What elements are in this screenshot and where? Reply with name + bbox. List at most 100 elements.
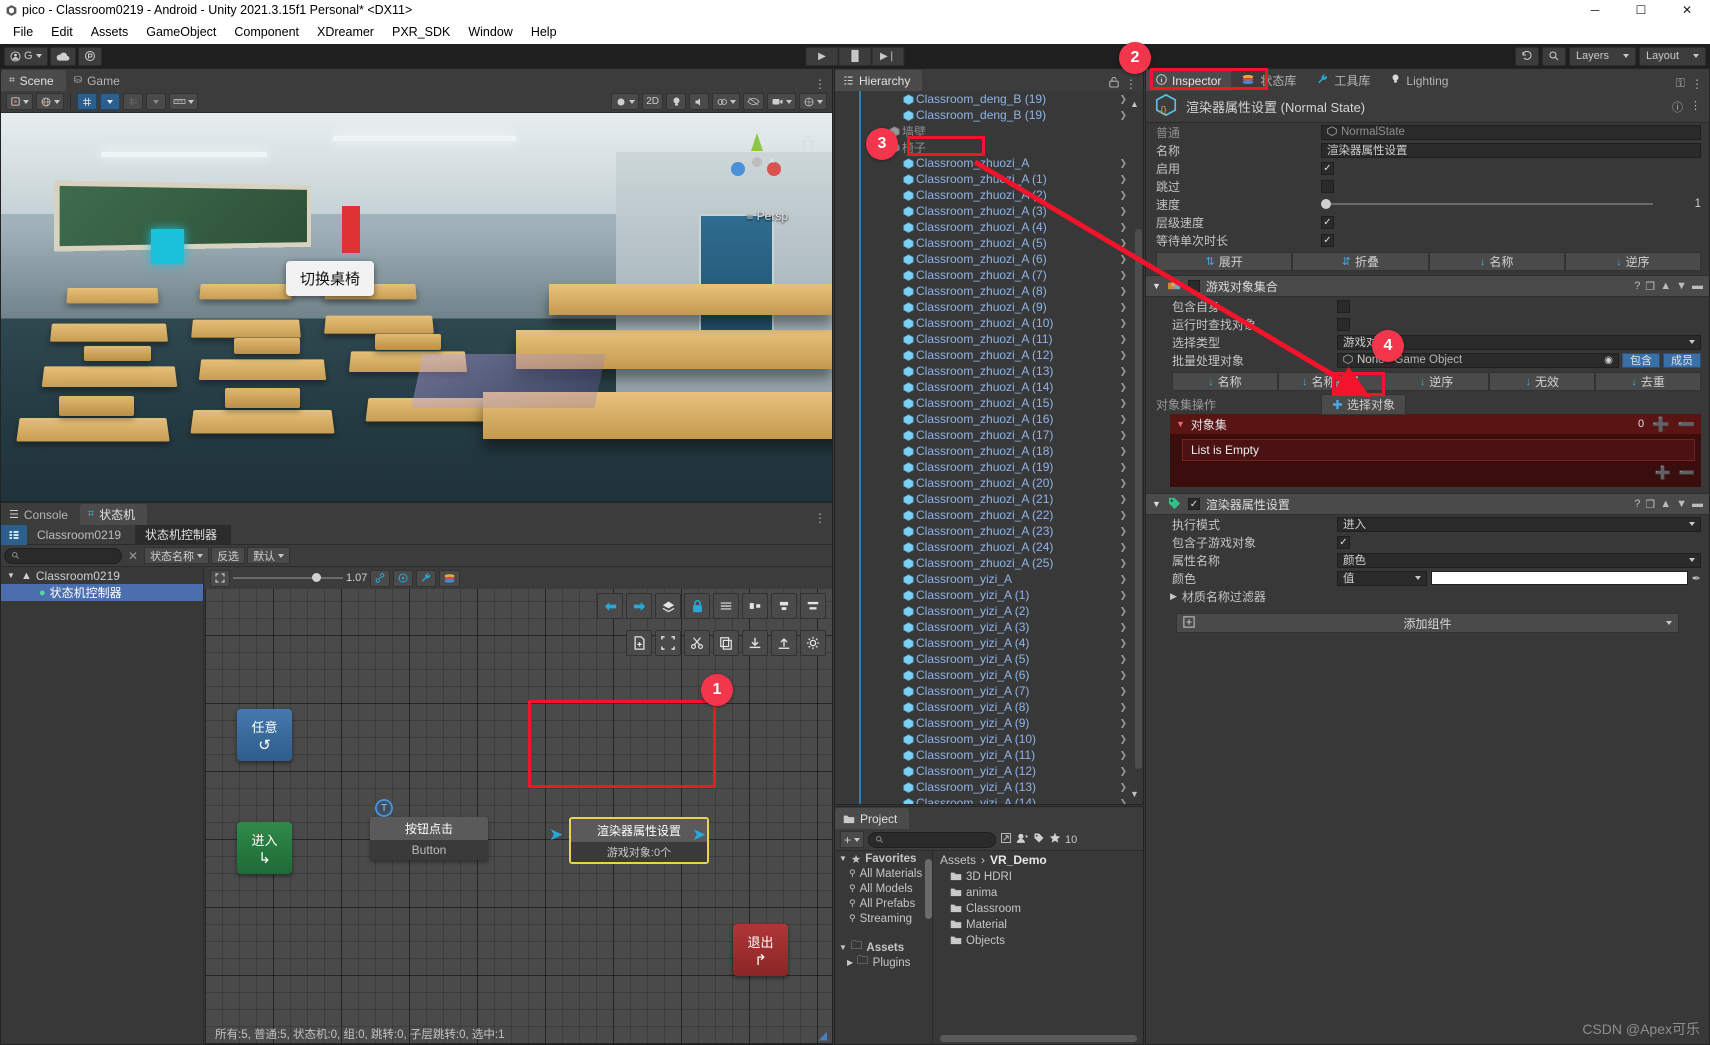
- back-arrow-icon[interactable]: [597, 593, 623, 619]
- align-h-icon[interactable]: [742, 593, 768, 619]
- chevron-right-icon[interactable]: ❯: [1119, 270, 1127, 281]
- filter-invert[interactable]: 反选: [211, 547, 246, 564]
- lock-icon[interactable]: [684, 593, 710, 619]
- include-children-field[interactable]: 包含子游戏对象 ✓: [1146, 533, 1709, 551]
- step-button[interactable]: ▶❘: [871, 46, 905, 66]
- transition-node[interactable]: 按钮点击 Button: [370, 817, 488, 860]
- hierarchy-row[interactable]: Classroom_yizi_A (5) ❯: [835, 651, 1143, 667]
- project-folder-row[interactable]: Classroom: [934, 901, 1143, 917]
- render-property-state-node[interactable]: 渲染器属性设置 游戏对象:0个: [569, 817, 709, 864]
- hierarchy-row[interactable]: Classroom_zhuozi_A (2) ❯: [835, 187, 1143, 203]
- hierarchy-row[interactable]: Classroom_zhuozi_A (5) ❯: [835, 235, 1143, 251]
- hierarchy-row[interactable]: Classroom_zhuozi_A (15) ❯: [835, 395, 1143, 411]
- chevron-right-icon[interactable]: ❯: [1119, 622, 1127, 633]
- resize-grip[interactable]: ◢: [819, 1029, 827, 1042]
- objset-sort-button-4[interactable]: ↓ 去重: [1595, 372, 1701, 391]
- hierarchy-row[interactable]: Classroom_deng_B (19) ❯: [835, 91, 1143, 107]
- state-machine-graph[interactable]: 1.07 任意 ↺ 进入 ↳ 退出 ↱ T 按钮点击 Button ➤ 渲染器属…: [205, 567, 832, 1044]
- copy-icon[interactable]: ❐: [1645, 498, 1655, 511]
- objset-header[interactable]: ▼ 对象集 0 ➕ ➖: [1170, 414, 1701, 434]
- kebab-icon[interactable]: ⋮: [1691, 77, 1703, 91]
- object-field[interactable]: NormalState: [1321, 124, 1701, 140]
- select-type-field[interactable]: 选择类型 游戏对象: [1146, 333, 1709, 351]
- hierarchy-row[interactable]: Classroom_zhuozi_A (12) ❯: [835, 347, 1143, 363]
- hierarchy-row[interactable]: Classroom_zhuozi_A (3) ❯: [835, 203, 1143, 219]
- any-state-node[interactable]: 任意 ↺: [237, 709, 292, 761]
- play-button[interactable]: ▶: [805, 46, 839, 66]
- tab-game[interactable]: ⛁ Game: [65, 70, 132, 91]
- move-down-icon[interactable]: ▼: [1676, 498, 1687, 511]
- chevron-right-icon[interactable]: ❯: [1119, 558, 1127, 569]
- target-icon[interactable]: [393, 569, 414, 587]
- hierarchy-row[interactable]: Classroom_zhuozi_A (8) ❯: [835, 283, 1143, 299]
- hierarchy-row[interactable]: Classroom_yizi_A (12) ❯: [835, 763, 1143, 779]
- forward-arrow-icon[interactable]: [626, 593, 652, 619]
- zoom-slider[interactable]: [233, 572, 343, 584]
- breadcrumb-scene[interactable]: Classroom0219: [27, 525, 135, 545]
- scene-view-gizmo[interactable]: x: [724, 129, 790, 195]
- chevron-right-icon[interactable]: ❯: [1119, 398, 1127, 409]
- hierarchy-row[interactable]: Classroom_zhuozi_A (18) ❯: [835, 443, 1143, 459]
- star-icon[interactable]: [1049, 832, 1061, 847]
- runtime-find-field[interactable]: 运行时查找对象: [1146, 315, 1709, 333]
- menu-item-help[interactable]: Help: [522, 23, 566, 41]
- favorites-item[interactable]: ⚲ All Prefabs: [835, 896, 932, 911]
- gear-icon[interactable]: [800, 630, 826, 656]
- cut-icon[interactable]: [684, 630, 710, 656]
- copy-icon[interactable]: ❐: [1645, 280, 1655, 293]
- hierarchy-row[interactable]: Classroom_yizi_A (8) ❯: [835, 699, 1143, 715]
- entry-state-node[interactable]: 进入 ↳: [237, 822, 292, 874]
- foldout-triangle-icon[interactable]: ▼: [1152, 281, 1161, 291]
- checkbox[interactable]: [1337, 299, 1350, 313]
- hierarchy-row[interactable]: Classroom_yizi_A (14) ❯: [835, 795, 1143, 804]
- hierarchy-row[interactable]: Classroom_zhuozi_A (17) ❯: [835, 427, 1143, 443]
- add-item-icon[interactable]: ➕: [1652, 416, 1669, 433]
- hierarchy-row[interactable]: Classroom_zhuozi_A (20) ❯: [835, 475, 1143, 491]
- objset-sort-button-0[interactable]: ↓ 名称: [1172, 372, 1278, 391]
- material-filter-foldout[interactable]: ▶ 材质名称过滤器: [1146, 587, 1709, 605]
- foldout-triangle-icon[interactable]: ▼: [7, 571, 17, 580]
- skip-field[interactable]: 跳过: [1146, 177, 1709, 195]
- toggle-2d[interactable]: 2D: [642, 93, 663, 110]
- object-picker-icon[interactable]: ◉: [1604, 355, 1613, 366]
- account-button[interactable]: G: [4, 46, 48, 66]
- chevron-right-icon[interactable]: ❯: [1119, 670, 1127, 681]
- batch-member-button[interactable]: 成员: [1663, 352, 1701, 368]
- component-header-renderprops[interactable]: ▼ ✓ 渲染器属性设置 ? ❐ ▲ ▼ ▬: [1146, 493, 1709, 515]
- library-icon[interactable]: [439, 569, 461, 587]
- tag-icon[interactable]: [1033, 832, 1045, 847]
- menu-item-assets[interactable]: Assets: [82, 23, 138, 41]
- hierarchy-row[interactable]: Classroom_yizi_A (13) ❯: [835, 779, 1143, 795]
- lock-icon[interactable]: [802, 135, 814, 152]
- chevron-right-icon[interactable]: ❯: [1119, 510, 1127, 521]
- tab-project[interactable]: Project: [835, 808, 910, 829]
- chevron-right-icon[interactable]: ❯: [1119, 654, 1127, 665]
- move-down-icon[interactable]: ▼: [1676, 280, 1687, 293]
- globe-icon[interactable]: [36, 93, 64, 110]
- wait-once-duration-field[interactable]: 等待单次时长 ✓: [1146, 231, 1709, 249]
- hierarchy-row[interactable]: Classroom_zhuozi_A (14) ❯: [835, 379, 1143, 395]
- breadcrumb-assets[interactable]: Assets: [940, 853, 976, 867]
- checkbox[interactable]: ✓: [1337, 535, 1350, 549]
- tab-console[interactable]: ☰ Console: [1, 504, 80, 525]
- chevron-right-icon[interactable]: ❯: [1119, 222, 1127, 233]
- chevron-right-icon[interactable]: ❯: [1119, 798, 1127, 805]
- favorites-item[interactable]: ⚲ All Models: [835, 881, 932, 896]
- gizmo-icon[interactable]: [799, 93, 827, 110]
- download-icon[interactable]: [742, 630, 768, 656]
- fit-view-icon[interactable]: [210, 569, 230, 587]
- filter-state-name[interactable]: 状态名称: [144, 547, 210, 564]
- eye-off-icon[interactable]: [743, 93, 764, 110]
- tab--[interactable]: 状态库: [1231, 70, 1306, 91]
- chevron-right-icon[interactable]: ❯: [1119, 590, 1127, 601]
- pause-button[interactable]: ▐▌: [838, 46, 872, 66]
- checkbox[interactable]: ✓: [1321, 233, 1334, 247]
- tab--[interactable]: 工具库: [1306, 70, 1380, 91]
- hierarchy-row[interactable]: Classroom_zhuozi_A (23) ❯: [835, 523, 1143, 539]
- checkbox[interactable]: [1337, 317, 1350, 331]
- component-enable-checkbox[interactable]: [1187, 280, 1200, 292]
- grid-icon[interactable]: [77, 93, 97, 110]
- remove-icon[interactable]: ▬: [1692, 498, 1703, 511]
- help-icon[interactable]: ?: [1634, 498, 1640, 511]
- ruler-icon[interactable]: [169, 93, 198, 110]
